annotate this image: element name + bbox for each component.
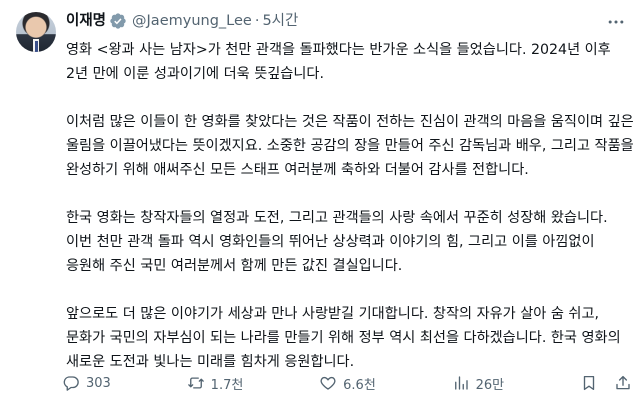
author-handle[interactable]: @Jaemyung_Lee: [132, 10, 252, 32]
header-separator: ·: [254, 13, 260, 29]
avatar[interactable]: [16, 12, 56, 52]
verified-badge-icon: [110, 13, 126, 29]
avatar-tie: [35, 41, 38, 52]
tweet-time[interactable]: 5시간: [262, 10, 298, 32]
author-name[interactable]: 이재명: [66, 10, 106, 32]
action-bar: 303 1.7천 6.6천 26만: [62, 370, 632, 396]
views-icon: [454, 376, 468, 390]
views-button[interactable]: 26만: [452, 374, 505, 393]
reply-icon: [63, 376, 79, 391]
tweet-paragraph: 이처럼 많은 이들이 한 영화를 찾았다는 것은 작품이 전하는 진심이 관객의…: [66, 114, 634, 178]
repost-icon: [187, 377, 204, 389]
tweet-paragraph: 한국 영화는 창작자들의 열정과 도전, 그리고 관객들의 사랑 속에서 꾸준히…: [66, 210, 608, 274]
right-actions: [580, 374, 632, 392]
tweet-paragraph: 앞으로도 더 많은 이야기가 세상과 만나 사랑받길 기대합니다. 창작의 자유…: [66, 306, 621, 370]
tweet-header: 이재명 @Jaemyung_Lee · 5시간: [66, 10, 298, 32]
repost-count: 1.7천: [210, 377, 244, 393]
reply-count: 303: [86, 375, 111, 391]
repost-button[interactable]: 1.7천: [187, 374, 244, 393]
tweet-text: 영화 <왕과 사는 남자>가 천만 관객을 돌파했다는 반가운 소식을 들었습니…: [66, 38, 634, 374]
share-icon[interactable]: [614, 374, 632, 392]
views-count: 26만: [475, 377, 505, 393]
tweet-paragraph: 영화 <왕과 사는 남자>가 천만 관객을 돌파했다는 반가운 소식을 들었습니…: [66, 42, 611, 82]
bookmark-icon[interactable]: [580, 374, 598, 392]
like-button[interactable]: 6.6천: [319, 374, 376, 393]
like-count: 6.6천: [343, 377, 376, 393]
heart-icon: [320, 376, 336, 390]
reply-button[interactable]: 303: [62, 374, 111, 392]
more-icon[interactable]: [606, 12, 626, 32]
